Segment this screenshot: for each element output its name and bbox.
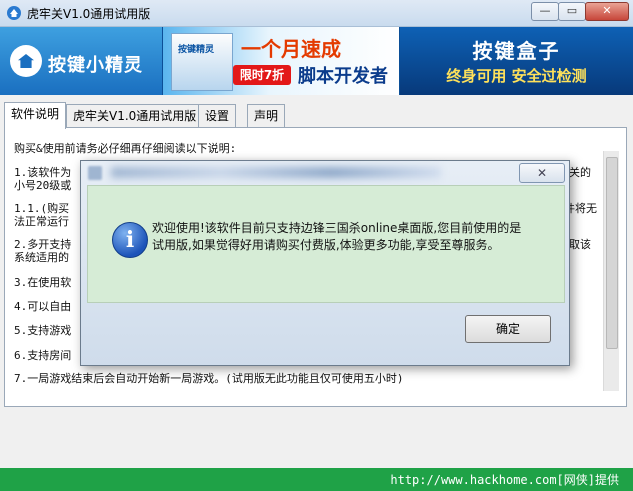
window-title: 虎牢关V1.0通用试用版: [27, 7, 151, 21]
ad-banner[interactable]: 按键小精灵 按键精灵 一个月速成 限时7折 脚本开发者 按键盒子 终身可用 安全…: [0, 27, 633, 95]
info-line: 6.支持房间: [14, 349, 72, 362]
info-line: 系统适用的: [14, 251, 69, 264]
banner-right-subtitle: 终身可用 安全过检测: [446, 67, 587, 85]
dialog-body: i 欢迎使用!该软件目前只支持边锋三国杀online桌面版,您目前使用的是试用版…: [87, 185, 565, 303]
info-line-end: 关的: [569, 166, 591, 179]
info-line-end: 取该: [569, 238, 591, 251]
banner-right-area[interactable]: 按键盒子 终身可用 安全过检测: [400, 27, 633, 95]
ok-button[interactable]: 确定: [465, 315, 551, 343]
info-line: 法正常运行: [14, 215, 69, 228]
info-line: 4.可以自由: [14, 300, 72, 313]
info-icon: i: [112, 222, 148, 258]
banner-promo-area[interactable]: 按键精灵 一个月速成 限时7折 脚本开发者: [163, 27, 399, 95]
dialog-close-button[interactable]: ✕: [519, 163, 565, 183]
dialog-app-icon: [88, 166, 102, 180]
app-icon: [7, 6, 21, 20]
tab-software-info[interactable]: 软件说明: [4, 102, 67, 129]
message-dialog: ✕ i 欢迎使用!该软件目前只支持边锋三国杀online桌面版,您目前使用的是试…: [80, 160, 570, 366]
promo-subheadline: 脚本开发者: [298, 66, 388, 87]
promo-tag: 限时7折: [233, 65, 291, 85]
watermark-text: http://www.hackhome.com[网侠]提供: [390, 473, 619, 487]
tab-statement[interactable]: 声明: [247, 104, 286, 129]
dialog-message: 欢迎使用!该软件目前只支持边锋三国杀online桌面版,您目前使用的是试用版,如…: [152, 221, 522, 252]
info-line: 小号20级或: [14, 179, 72, 192]
banner-logo-area: 按键小精灵: [0, 27, 162, 95]
maximize-button[interactable]: ▭: [558, 2, 586, 21]
info-line-last: 7.一局游戏结束后会自动开始新一局游戏。(试用版无此功能且仅可使用五小时): [14, 372, 404, 385]
banner-right-title: 按键盒子: [472, 39, 561, 63]
watermark-bar: http://www.hackhome.com[网侠]提供: [0, 468, 633, 491]
info-heading: 购买&使用前请务必仔细再仔细阅读以下说明:: [14, 142, 237, 155]
dialog-title-redacted: [111, 167, 441, 178]
tab-settings[interactable]: 设置: [198, 104, 237, 129]
dialog-titlebar[interactable]: ✕: [81, 161, 569, 185]
vertical-scrollbar[interactable]: [603, 151, 619, 391]
tab-trial-version[interactable]: 虎牢关V1.0通用试用版: [66, 104, 204, 129]
scrollbar-thumb[interactable]: [606, 157, 618, 349]
info-line: 3.在使用软: [14, 276, 72, 289]
promo-headline: 一个月速成: [241, 37, 341, 61]
close-button[interactable]: ✕: [585, 2, 629, 21]
product-box-image: 按键精灵: [171, 33, 233, 91]
info-line: 5.支持游戏: [14, 324, 72, 337]
logo-text: 按键小精灵: [48, 55, 143, 76]
window-titlebar[interactable]: 虎牢关V1.0通用试用版 — ▭ ✕: [0, 0, 633, 27]
minimize-button[interactable]: —: [531, 2, 559, 21]
box-label: 按键精灵: [178, 45, 215, 55]
